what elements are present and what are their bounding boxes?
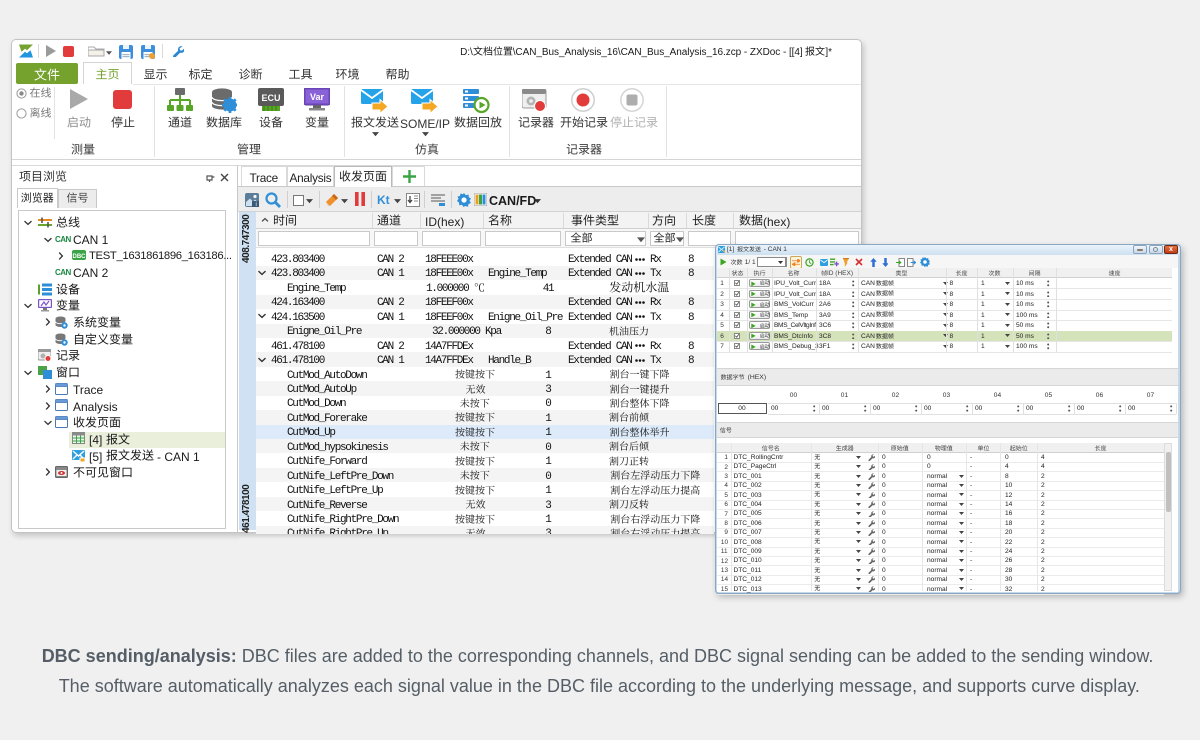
svg-text:DBC: DBC <box>73 254 87 260</box>
svg-text:i: i <box>256 202 257 207</box>
svg-text:ECU: ECU <box>261 93 280 103</box>
svg-text:Var: Var <box>310 92 325 102</box>
